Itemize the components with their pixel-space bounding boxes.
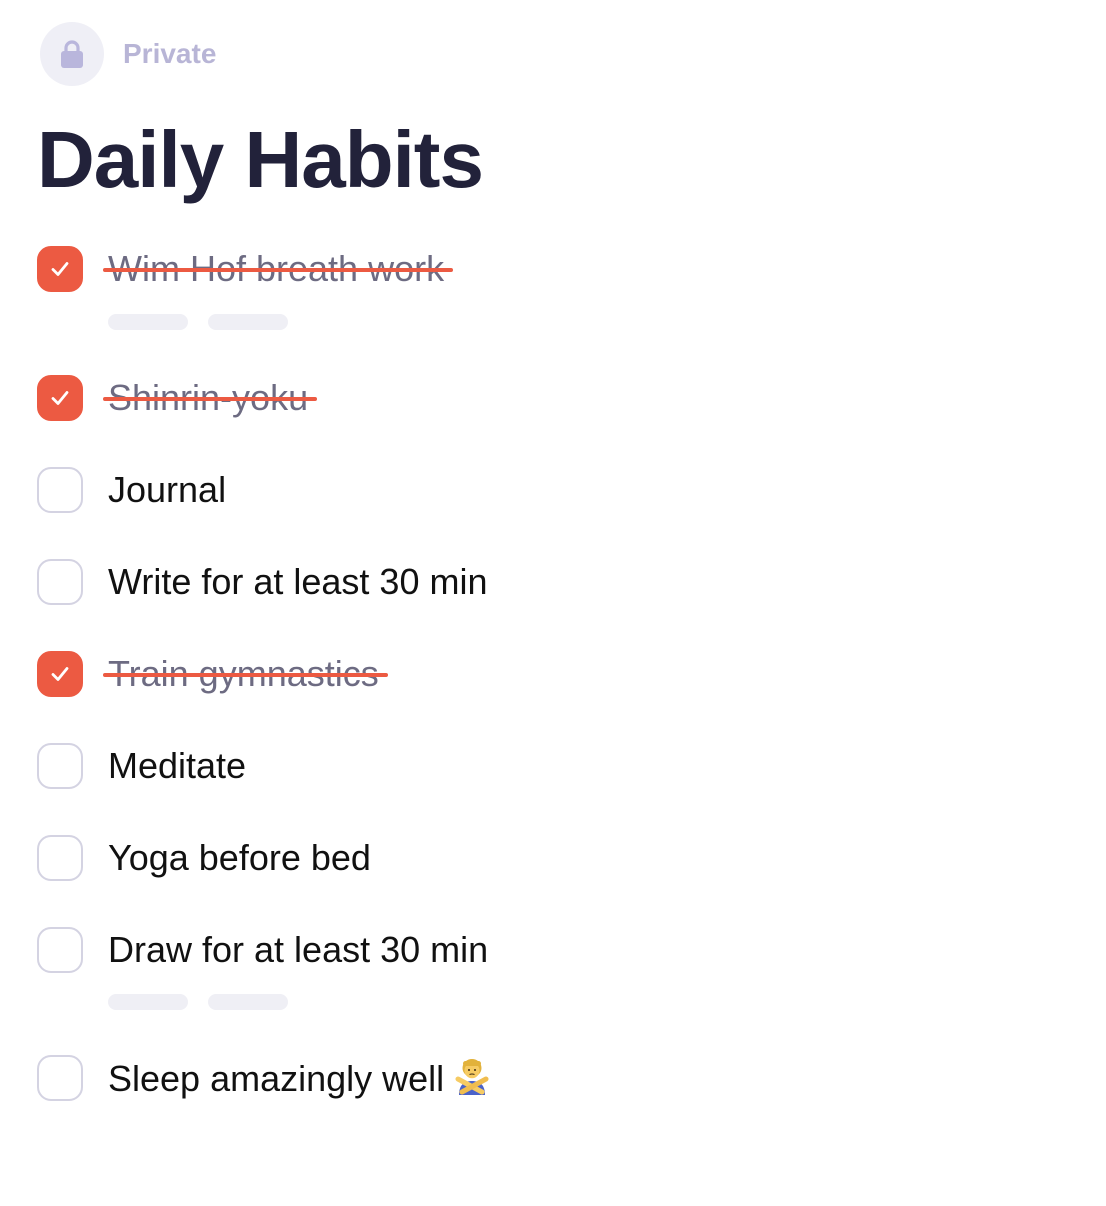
habit-checkbox[interactable] xyxy=(37,835,83,881)
habit-label[interactable]: Shinrin-yoku xyxy=(103,377,318,418)
habit-tags xyxy=(108,314,288,330)
tag-placeholder xyxy=(108,314,188,330)
habit-label[interactable]: Meditate xyxy=(108,745,246,786)
lock-icon xyxy=(61,40,83,68)
strikethrough-line xyxy=(103,267,454,272)
page-title[interactable]: Daily Habits xyxy=(37,120,484,200)
habit-checkbox[interactable] xyxy=(37,246,83,292)
habit-checkbox[interactable] xyxy=(37,927,83,973)
habit-label[interactable]: Yoga before bed xyxy=(108,837,371,878)
habit-label[interactable]: Wim Hof breath work xyxy=(103,248,454,289)
habit-label[interactable]: Journal xyxy=(108,469,226,510)
tag-placeholder xyxy=(208,314,288,330)
habit-label[interactable]: Train gymnastics xyxy=(103,653,388,694)
checkmark-icon xyxy=(51,391,69,405)
habit-checkbox[interactable] xyxy=(37,375,83,421)
habit-label[interactable]: Draw for at least 30 min xyxy=(108,929,488,970)
privacy-label: Private xyxy=(123,38,217,69)
habit-checkbox[interactable] xyxy=(37,651,83,697)
person-gesturing-no-icon xyxy=(455,1059,489,1095)
lock-icon-circle xyxy=(40,22,104,86)
strikethrough-line xyxy=(103,396,318,401)
habit-label[interactable]: Sleep amazingly well xyxy=(108,1057,490,1099)
tag-placeholder xyxy=(108,994,188,1010)
habit-checkbox[interactable] xyxy=(37,559,83,605)
habit-tags xyxy=(108,994,288,1010)
strikethrough-line xyxy=(103,672,388,677)
checkmark-icon xyxy=(51,262,69,276)
habit-checkbox[interactable] xyxy=(37,1055,83,1101)
checkmark-icon xyxy=(51,667,69,681)
tag-placeholder xyxy=(208,994,288,1010)
privacy-badge[interactable]: Private xyxy=(40,22,216,86)
habit-checkbox[interactable] xyxy=(37,743,83,789)
habit-label[interactable]: Write for at least 30 min xyxy=(108,561,487,602)
habit-checkbox[interactable] xyxy=(37,467,83,513)
